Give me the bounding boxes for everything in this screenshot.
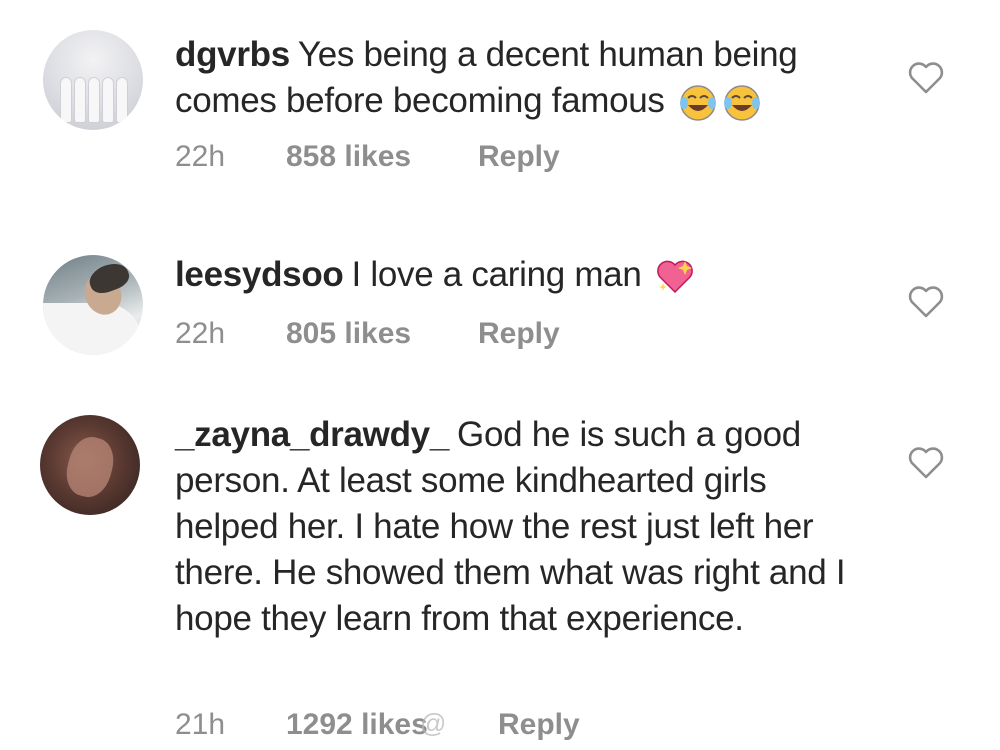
reply-button[interactable]: Reply (478, 140, 560, 174)
watermark-text: @ (420, 708, 447, 738)
comment-time: 21h (175, 708, 226, 741)
heart-icon[interactable] (906, 282, 946, 322)
tears-of-joy-emoji (724, 85, 761, 121)
comment-likes[interactable]: 1292 likes (286, 708, 428, 742)
comment-text: I love a caring man (351, 255, 642, 294)
comment-username[interactable]: dgvrbs (175, 35, 290, 74)
sparkling-heart-emoji (657, 260, 693, 293)
avatar[interactable] (40, 415, 140, 515)
avatar[interactable] (43, 255, 143, 355)
comment-likes[interactable]: 805 likes (286, 317, 411, 351)
heart-icon[interactable] (906, 58, 946, 98)
comment-body: dgvrbs Yes being a decent human being com… (175, 32, 875, 124)
comment-body: leesydsoo I love a caring man (175, 252, 875, 298)
comment-username[interactable]: leesydsoo (175, 255, 344, 294)
avatar[interactable] (43, 30, 143, 130)
watermark: @ (420, 708, 446, 739)
comment-username[interactable]: _zayna_drawdy_ (175, 415, 449, 454)
comment-body: _zayna_drawdy_ God he is such a good pers… (175, 412, 865, 642)
comment-time: 22h (175, 140, 226, 173)
comment-likes[interactable]: 858 likes (286, 140, 411, 174)
heart-icon[interactable] (906, 443, 946, 483)
reply-button[interactable]: Reply (498, 708, 580, 742)
reply-button[interactable]: Reply (478, 317, 560, 351)
comment-time: 22h (175, 317, 226, 350)
tears-of-joy-emoji (680, 85, 717, 121)
